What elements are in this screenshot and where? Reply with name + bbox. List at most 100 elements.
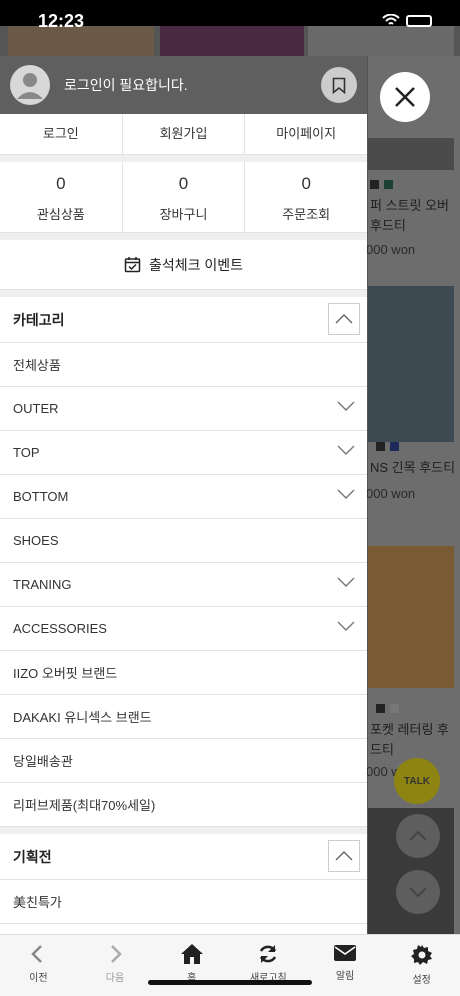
scroll-down-button[interactable]: [396, 870, 440, 914]
close-icon: [395, 87, 415, 107]
category-item[interactable]: OUTER: [0, 387, 367, 431]
nav-notifications-label: 알림: [335, 971, 355, 982]
nav-settings-button[interactable]: 설정: [383, 935, 460, 996]
login-required-message: 로그인이 필요합니다.: [64, 77, 188, 93]
kakao-talk-button[interactable]: TALK: [394, 758, 440, 804]
product-name[interactable]: 포켓 레터링 후: [370, 720, 449, 740]
nav-forward-label: 다음: [105, 973, 125, 984]
product-image[interactable]: [368, 546, 454, 688]
wishlist-counter[interactable]: 0 관심상품: [0, 162, 123, 232]
orders-counter[interactable]: 0 주문조회: [245, 162, 367, 232]
category-item[interactable]: IIZO 오버핏 브랜드: [0, 651, 367, 695]
mypage-link[interactable]: 마이페이지: [245, 114, 367, 154]
special-collapse-button[interactable]: [328, 840, 360, 872]
cart-counter[interactable]: 0 장바구니: [123, 162, 246, 232]
category-item[interactable]: ACCESSORIES: [0, 607, 367, 651]
nav-forward-button[interactable]: 다음: [77, 935, 154, 996]
cart-label: 장바구니: [159, 207, 208, 222]
gear-icon: [410, 945, 432, 965]
home-indicator: [148, 980, 312, 985]
chevron-up-icon: [335, 851, 353, 861]
product-name[interactable]: 퍼 스트릿 오버: [370, 196, 449, 216]
user-icon: [17, 73, 43, 99]
orders-count: 0: [301, 174, 311, 193]
category-item[interactable]: 리퍼브제품(최대70%세일): [0, 783, 367, 827]
category-item-label: TOP: [13, 445, 40, 460]
orders-label: 주문조회: [282, 207, 331, 222]
category-item-label: OUTER: [13, 401, 59, 416]
chevron-down-icon[interactable]: [337, 489, 355, 499]
category-item-label: SHOES: [13, 533, 59, 548]
banner-image: [160, 26, 304, 56]
cart-count: 0: [178, 174, 189, 193]
chevron-up-icon: [409, 831, 427, 841]
category-item[interactable]: TOP: [0, 431, 367, 475]
category-item-label: DAKAKI 유니섹스 브랜드: [13, 710, 152, 725]
chevron-up-icon: [335, 314, 353, 324]
special-title: 기획전: [13, 848, 52, 865]
category-item-label: ACCESSORIES: [13, 621, 107, 636]
product-name[interactable]: 드티: [370, 740, 394, 760]
chevron-down-icon[interactable]: [337, 401, 355, 411]
nav-back-label: 이전: [29, 973, 48, 984]
product-name[interactable]: 후드티: [370, 216, 406, 236]
category-item[interactable]: SHOES: [0, 519, 367, 563]
category-item[interactable]: BOTTOM: [0, 475, 367, 519]
refresh-icon: [260, 945, 277, 963]
nav-home-button[interactable]: 홈: [153, 935, 230, 996]
category-item-label: IIZO 오버핏 브랜드: [13, 666, 118, 681]
category-item-label: BOTTOM: [13, 489, 69, 504]
product-image[interactable]: [368, 286, 454, 442]
nav-back-button[interactable]: 이전: [0, 935, 77, 996]
attendance-event-link[interactable]: 출석체크 이벤트: [0, 240, 367, 290]
calendar-check-icon: [124, 257, 141, 273]
bookmark-button[interactable]: [321, 67, 357, 103]
drawer-header: 로그인이 필요합니다.: [0, 56, 367, 114]
special-item-label: 美친특가: [13, 895, 62, 910]
bookmark-icon: [332, 77, 346, 94]
category-item[interactable]: TRANING: [0, 563, 367, 607]
login-link[interactable]: 로그인: [0, 114, 123, 154]
mail-icon: [334, 945, 357, 961]
category-section-header: 카테고리: [0, 297, 367, 343]
product-name[interactable]: NS 긴목 후드티: [370, 458, 455, 478]
attendance-event-label: 출석체크 이벤트: [148, 256, 244, 273]
category-list: 전체상품 OUTER TOP BOTTOM SHOES TRANING ACCESSORIE…: [0, 343, 367, 827]
status-icons: [382, 14, 432, 27]
category-item-label: 리퍼브제품(최대70%세일): [13, 798, 156, 813]
forward-chevron-icon: [111, 945, 122, 963]
signup-link[interactable]: 회원가입: [123, 114, 246, 154]
category-item[interactable]: DAKAKI 유니섹스 브랜드: [0, 695, 367, 739]
product-price: 000 won: [366, 486, 416, 501]
wifi-icon: [382, 14, 400, 25]
counters: 0 관심상품 0 장바구니 0 주문조회: [0, 162, 367, 233]
close-drawer-button[interactable]: [380, 72, 430, 122]
chevron-down-icon[interactable]: [337, 621, 355, 631]
nav-notifications-button[interactable]: 알림: [307, 935, 384, 996]
home-icon: [180, 944, 203, 964]
banner-image: [308, 26, 454, 56]
wishlist-label: 관심상품: [36, 207, 85, 222]
category-title: 카테고리: [13, 311, 65, 328]
special-section-header: 기획전: [0, 834, 367, 880]
product-price: 000 won: [366, 242, 416, 257]
nav-refresh-button[interactable]: 새로고침: [230, 935, 307, 996]
nav-settings-label: 설정: [412, 975, 431, 986]
auth-links: 로그인 회원가입 마이페이지: [0, 114, 367, 155]
wishlist-count: 0: [56, 174, 66, 193]
category-item[interactable]: 전체상품: [0, 343, 367, 387]
status-bar: 12:23: [0, 0, 460, 30]
category-collapse-button[interactable]: [328, 303, 360, 335]
category-item[interactable]: 당일배송관: [0, 739, 367, 783]
product-image[interactable]: [368, 138, 454, 170]
category-item-label: TRANING: [13, 577, 72, 592]
chevron-down-icon[interactable]: [337, 577, 355, 587]
chevron-down-icon[interactable]: [337, 445, 355, 455]
back-chevron-icon: [31, 945, 43, 963]
avatar[interactable]: [10, 65, 50, 105]
special-item[interactable]: 美친특가: [0, 880, 367, 924]
chevron-down-icon: [409, 887, 427, 897]
bottom-navigation: 이전 다음 홈 새로고침 알림 설정: [0, 934, 460, 996]
side-drawer: 로그인이 필요합니다. 로그인 회원가입 마이페이지 0 관심상품 0 장바구니…: [0, 56, 367, 934]
scroll-up-button[interactable]: [396, 814, 440, 858]
